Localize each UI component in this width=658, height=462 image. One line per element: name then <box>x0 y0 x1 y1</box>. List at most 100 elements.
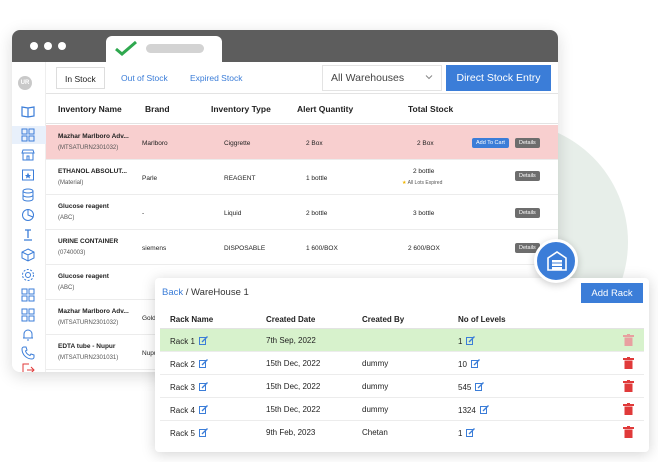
alert-cell: 2 Box <box>306 140 323 147</box>
edit-icon[interactable] <box>466 336 476 345</box>
levels-value: 10 <box>458 360 467 369</box>
add-rack-button[interactable]: Add Rack <box>581 283 643 303</box>
details-button[interactable]: Details <box>515 208 540 218</box>
rack-name-cell: Rack 4 <box>170 405 208 415</box>
tab-in-stock[interactable]: In Stock <box>56 67 105 89</box>
back-link[interactable]: Back <box>162 287 183 298</box>
tab-expired-stock[interactable]: Expired Stock <box>190 73 242 83</box>
inventory-code: (0740003) <box>58 250 86 256</box>
header-inventory-type: Inventory Type <box>211 104 271 114</box>
header-alert-quantity: Alert Quantity <box>297 104 354 114</box>
book-icon[interactable] <box>21 104 35 118</box>
stock-cell: 2 600/BOX <box>408 245 440 252</box>
type-cell: DISPOSABLE <box>224 245 266 252</box>
rack-name: Rack 1 <box>170 337 195 346</box>
bell-icon[interactable] <box>21 328 35 342</box>
phone-icon[interactable] <box>21 346 35 360</box>
edit-icon[interactable] <box>198 359 208 368</box>
header-brand: Brand <box>145 104 170 114</box>
delete-icon[interactable] <box>623 403 634 415</box>
created-date-cell: 9th Feb, 2023 <box>266 428 316 437</box>
table-row[interactable]: Mazhar Marlboro Adv... (MTSATURN2301032)… <box>46 125 558 160</box>
store-icon[interactable] <box>21 148 35 162</box>
edit-icon[interactable] <box>479 405 489 414</box>
rack-name: Rack 4 <box>170 406 195 415</box>
logout-icon[interactable] <box>21 363 35 372</box>
header-created-date: Created Date <box>266 315 316 324</box>
brand-cell: Gold <box>142 315 156 322</box>
alert-cell: 2 bottle <box>306 210 328 217</box>
levels-value: 1324 <box>458 406 476 415</box>
created-by-cell: Chetan <box>362 428 388 437</box>
pin-icon[interactable] <box>21 228 35 242</box>
table-row[interactable]: URINE CONTAINER (0740003) siemens DISPOS… <box>46 230 558 265</box>
stock-cell: 2 Box <box>417 140 434 147</box>
box-star-icon[interactable] <box>21 168 35 182</box>
stock-cell: 2 bottle <box>413 168 435 175</box>
rack-name: Rack 3 <box>170 383 195 392</box>
table-row[interactable]: ETHANOL ABSOLUT... (Material) Parle REAG… <box>46 160 558 195</box>
levels-value: 1 <box>458 337 463 346</box>
sidebar: UR <box>12 62 46 372</box>
edit-icon[interactable] <box>198 382 208 391</box>
header-no-of-levels: No of Levels <box>458 315 506 324</box>
delete-icon[interactable] <box>623 380 634 392</box>
details-button[interactable]: Details <box>515 171 540 181</box>
rack-name-cell: Rack 1 <box>170 336 208 346</box>
avatar[interactable]: UR <box>18 76 32 90</box>
details-button[interactable]: Details <box>515 138 540 148</box>
edit-icon[interactable] <box>198 336 208 345</box>
rack-panel: Back / WareHouse 1 Add Rack Rack Name Cr… <box>155 278 649 452</box>
warehouse-icon <box>547 251 567 271</box>
edit-icon[interactable] <box>198 428 208 437</box>
edit-icon[interactable] <box>466 428 476 437</box>
gear-icon[interactable] <box>21 268 35 282</box>
levels-cell: 10 <box>458 359 480 369</box>
checkmark-icon <box>115 40 137 56</box>
edit-icon[interactable] <box>475 382 485 391</box>
type-cell: Ciggrette <box>224 140 251 147</box>
cube-icon[interactable] <box>21 248 35 262</box>
table-row[interactable]: Rack 4 15th Dec, 2022 dummy 1324 <box>160 398 644 421</box>
grid-icon[interactable] <box>21 308 35 322</box>
inventory-code: (MTSATURN2301032) <box>58 145 119 151</box>
tab-out-of-stock[interactable]: Out of Stock <box>121 73 168 83</box>
chart-icon[interactable] <box>21 208 35 222</box>
inventory-name: ETHANOL ABSOLUT... <box>58 168 127 175</box>
created-date-cell: 7th Sep, 2022 <box>266 336 316 345</box>
edit-icon[interactable] <box>470 359 480 368</box>
inventory-code: (ABC) <box>58 215 75 221</box>
direct-stock-entry-button[interactable]: Direct Stock Entry <box>446 65 551 91</box>
table-row[interactable]: Rack 5 9th Feb, 2023 Chetan 1 <box>160 421 644 444</box>
table-row[interactable]: Rack 2 15th Dec, 2022 dummy 10 <box>160 352 644 375</box>
inventory-code: (ABC) <box>58 285 75 291</box>
levels-value: 1 <box>458 429 463 438</box>
alert-cell: 1 bottle <box>306 175 328 182</box>
database-icon[interactable] <box>21 188 35 202</box>
delete-icon[interactable] <box>623 357 634 369</box>
warehouse-select[interactable]: All Warehouses <box>322 65 442 91</box>
table-row[interactable]: Rack 3 15th Dec, 2022 dummy 545 <box>160 375 644 398</box>
header-created-by: Created By <box>362 315 405 324</box>
browser-tab[interactable] <box>106 36 222 62</box>
levels-value: 545 <box>458 383 472 392</box>
alert-cell: 1 600/BOX <box>306 245 338 252</box>
grid-icon[interactable] <box>21 128 35 142</box>
delete-icon[interactable] <box>623 334 634 346</box>
browser-title-bar <box>12 30 558 62</box>
chevron-down-icon <box>425 75 433 80</box>
delete-icon[interactable] <box>623 426 634 438</box>
created-by-cell: dummy <box>362 359 389 368</box>
add-to-cart-button[interactable]: Add To Cart <box>472 138 509 148</box>
stock-cell: 3 bottle <box>413 210 435 217</box>
levels-cell: 1 <box>458 428 476 438</box>
inventory-name: Glucose reagent <box>58 203 109 210</box>
table-row[interactable]: Rack 1 7th Sep, 2022 1 <box>160 329 644 352</box>
grid-icon[interactable] <box>21 288 35 302</box>
brand-cell: siemens <box>142 245 167 252</box>
table-row[interactable]: Glucose reagent (ABC) - Liquid 2 bottle … <box>46 195 558 230</box>
inventory-code: (Material) <box>58 180 84 186</box>
edit-icon[interactable] <box>198 405 208 414</box>
created-date-cell: 15th Dec, 2022 <box>266 359 321 368</box>
rack-name: Rack 5 <box>170 429 195 438</box>
